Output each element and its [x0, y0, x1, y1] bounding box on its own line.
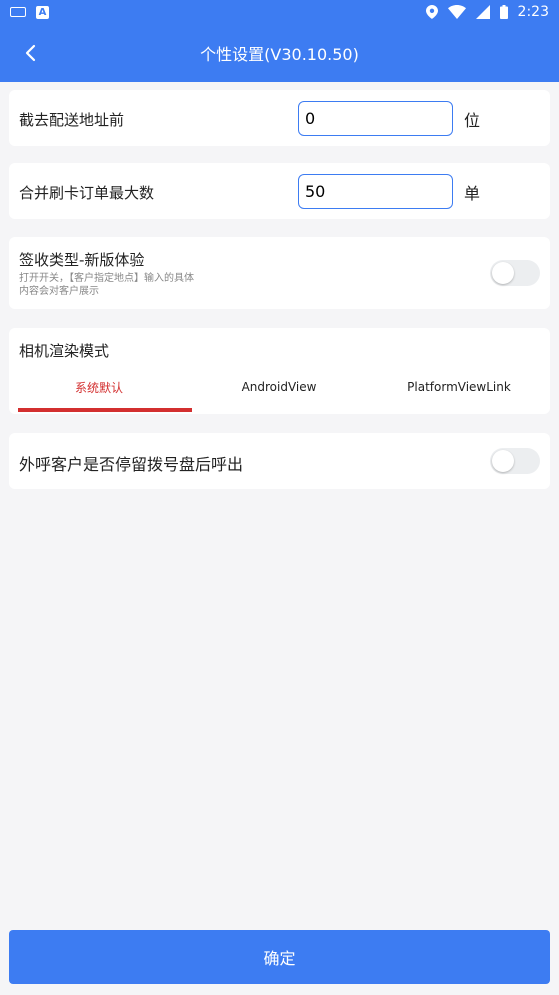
outbound-call-label: 外呼客户是否停留拨号盘后呼出	[19, 455, 244, 474]
tab-indicator	[18, 408, 192, 412]
camera-mode-card: 相机渲染模式 系统默认 AndroidView PlatformViewLink	[9, 328, 550, 414]
keyboard-icon	[10, 7, 26, 17]
battery-icon	[499, 5, 508, 19]
camera-mode-tabs: 系统默认 AndroidView PlatformViewLink	[9, 368, 550, 406]
sign-type-hint-line2: 内容会对客户展示	[19, 286, 99, 297]
sign-type-card: 签收类型-新版体验 打开开关，【客户指定地点】输入的具体 内容会对客户展示	[9, 237, 550, 309]
sign-type-label: 签收类型-新版体验	[19, 251, 145, 269]
confirm-button[interactable]: 确定	[9, 930, 550, 984]
signal-icon	[475, 5, 490, 19]
back-button[interactable]	[10, 33, 50, 73]
chevron-left-icon	[25, 44, 36, 62]
trim-address-input[interactable]	[298, 101, 453, 136]
a-icon: A	[36, 5, 49, 19]
merge-max-unit: 单	[464, 184, 481, 203]
merge-max-card: 合并刷卡订单最大数 单	[9, 163, 550, 219]
outbound-call-toggle[interactable]	[490, 448, 540, 474]
merge-max-label: 合并刷卡订单最大数	[19, 184, 155, 202]
tab-android-view[interactable]: AndroidView	[189, 368, 369, 406]
outbound-call-card: 外呼客户是否停留拨号盘后呼出	[9, 433, 550, 489]
status-time: 2:23	[517, 4, 549, 20]
status-bar: A 2:23	[0, 0, 559, 24]
toggle-knob	[492, 262, 514, 284]
tab-system-default[interactable]: 系统默认	[9, 368, 189, 406]
trim-address-card: 截去配送地址前 位	[9, 90, 550, 146]
wifi-icon	[447, 5, 466, 19]
tab-platform-view-link[interactable]: PlatformViewLink	[369, 368, 549, 406]
sign-type-hint-line1: 打开开关，【客户指定地点】输入的具体	[19, 273, 194, 284]
merge-max-input[interactable]	[298, 174, 453, 209]
app-bar: 个性设置(V30.10.50)	[0, 24, 559, 82]
camera-mode-label: 相机渲染模式	[19, 342, 110, 360]
trim-address-unit: 位	[464, 111, 481, 130]
status-bar-left: A	[10, 5, 49, 19]
location-icon	[425, 5, 438, 19]
status-bar-right: 2:23	[425, 4, 549, 20]
page-title: 个性设置(V30.10.50)	[200, 45, 359, 64]
trim-address-label: 截去配送地址前	[19, 111, 125, 129]
sign-type-toggle[interactable]	[490, 260, 540, 286]
toggle-knob	[492, 450, 514, 472]
